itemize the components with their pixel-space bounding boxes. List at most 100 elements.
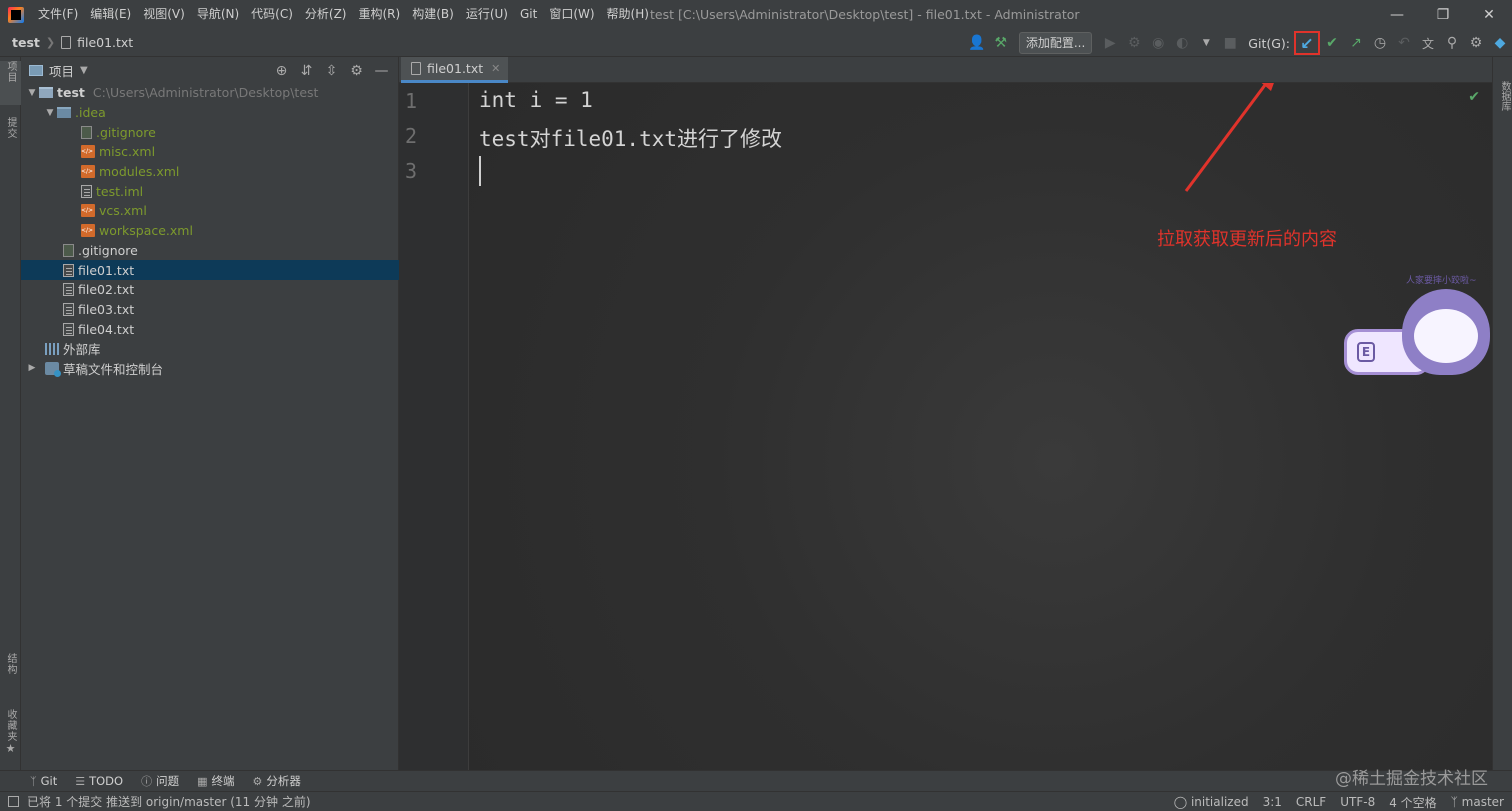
translate-icon[interactable]: 文 — [1416, 31, 1440, 55]
git-pull-icon[interactable]: ↙ — [1294, 31, 1320, 55]
toolbox-icon[interactable]: ◆ — [1488, 31, 1512, 55]
menu-analyze[interactable]: 分析(Z) — [299, 0, 353, 29]
code-editor[interactable]: 1 2 3 int i = 1 test对file01.txt进行了修改 ✔ 拉… — [399, 83, 1492, 770]
editor-tab-file01[interactable]: file01.txt ✕ — [401, 57, 509, 83]
tree-item-label: 外部库 — [63, 342, 101, 358]
database-tool-tab[interactable]: 数据库 — [1497, 81, 1512, 111]
structure-tool-tab[interactable]: 结构 — [0, 653, 21, 697]
expand-all-icon[interactable]: ⇵ — [294, 63, 319, 79]
breadcrumb: test ❯ file01.txt — [0, 35, 133, 50]
tree-item[interactable]: misc.xml — [21, 142, 399, 162]
tree-item[interactable]: .gitignore — [21, 122, 399, 142]
branch-status[interactable]: ◯ initialized — [1174, 795, 1249, 809]
menu-window[interactable]: 窗口(W) — [543, 0, 600, 29]
menu-git[interactable]: Git — [514, 0, 543, 29]
menu-view[interactable]: 视图(V) — [137, 0, 191, 29]
tree-item[interactable]: test.iml — [21, 181, 399, 201]
tree-root[interactable]: ▼ test C:\Users\Administrator\Desktop\te… — [21, 83, 399, 103]
status-bar: 已将 1 个提交 推送到 origin/master (11 分钟 之前) ◯ … — [0, 791, 1512, 811]
gitignore-file-icon — [81, 125, 92, 139]
tree-item[interactable]: modules.xml — [21, 162, 399, 182]
minimize-icon[interactable]: — — [1374, 0, 1420, 29]
favorites-tool-tab[interactable]: 收藏夹 ★ — [0, 709, 21, 763]
menu-navigate[interactable]: 导航(N) — [191, 0, 245, 29]
line-separator[interactable]: CRLF — [1296, 795, 1326, 809]
gear-icon[interactable]: ⚙ — [344, 63, 369, 79]
chevron-down-icon[interactable]: ▼ — [80, 65, 88, 76]
close-tab-icon[interactable]: ✕ — [491, 62, 500, 75]
tool-window-label: 分析器 — [266, 774, 301, 788]
tool-windows-toggle-icon[interactable] — [8, 796, 19, 807]
user-icon[interactable]: 👤 — [965, 31, 989, 55]
text-file-icon — [63, 322, 74, 336]
breadcrumb-root[interactable]: test — [12, 35, 40, 50]
stop-icon[interactable]: ■ — [1218, 31, 1242, 55]
project-panel-title[interactable]: 项目 — [49, 61, 74, 80]
menu-file[interactable]: 文件(F) — [32, 0, 84, 29]
menu-refactor[interactable]: 重构(R) — [353, 0, 407, 29]
tree-item-label: .idea — [75, 105, 106, 121]
git-push-icon[interactable]: ↗ — [1344, 31, 1368, 55]
project-panel: 项目 ▼ ⊕ ⇵ ⇳ ⚙ — ▼ test C:\Users\Administr… — [21, 57, 399, 770]
coverage-icon[interactable]: ◉ — [1146, 31, 1170, 55]
tree-idea-folder[interactable]: ▼ .idea — [21, 103, 399, 123]
chevron-down-icon[interactable]: ▼ — [43, 108, 57, 118]
menu-build[interactable]: 构建(B) — [406, 0, 460, 29]
menu-help[interactable]: 帮助(H) — [601, 0, 655, 29]
history-icon[interactable]: ◷ — [1368, 31, 1392, 55]
tree-item-selected[interactable]: file01.txt — [21, 260, 399, 280]
gear-icon[interactable]: ⚙ — [1464, 31, 1488, 55]
tree-item-label: .gitignore — [78, 242, 138, 258]
terminal-tool-window[interactable]: ▦ 终端 — [197, 773, 234, 789]
terminal-icon: ▦ — [197, 774, 208, 788]
debug-icon[interactable]: ⚙ — [1122, 31, 1146, 55]
menu-code[interactable]: 代码(C) — [245, 0, 299, 29]
close-icon[interactable]: ✕ — [1466, 0, 1512, 29]
tree-external-libraries[interactable]: 外部库 — [21, 339, 399, 359]
xml-file-icon — [81, 224, 95, 238]
locate-icon[interactable]: ⊕ — [269, 63, 294, 79]
build-hammer-icon[interactable]: ⚒ — [989, 31, 1013, 55]
tree-item[interactable]: file04.txt — [21, 319, 399, 339]
project-folder-icon — [29, 65, 43, 76]
collapse-all-icon[interactable]: ⇳ — [319, 63, 344, 79]
menu-run[interactable]: 运行(U) — [460, 0, 514, 29]
kuromi-sticker: 人家要摔小跤啦~ E — [1344, 273, 1494, 383]
git-branch[interactable]: ᛉ master — [1451, 795, 1504, 809]
add-configuration-button[interactable]: 添加配置... — [1018, 32, 1093, 54]
project-tool-tab[interactable]: 项目 — [0, 61, 21, 105]
commit-tool-tab[interactable]: 提交 — [0, 117, 21, 157]
commit-tab-label: 提交 — [5, 117, 16, 139]
tree-item[interactable]: workspace.xml — [21, 221, 399, 241]
profile-icon[interactable]: ◐ — [1170, 31, 1194, 55]
profiler-tool-window[interactable]: ⚙ 分析器 — [253, 773, 301, 789]
run-icon[interactable]: ▶ — [1098, 31, 1122, 55]
search-icon[interactable]: ⚲ — [1440, 31, 1464, 55]
tree-item[interactable]: vcs.xml — [21, 201, 399, 221]
tree-item[interactable]: file02.txt — [21, 280, 399, 300]
restore-icon[interactable]: ❐ — [1420, 0, 1466, 29]
indent-setting[interactable]: 4 个空格 — [1389, 794, 1436, 811]
project-panel-actions: ⊕ ⇵ ⇳ ⚙ — — [269, 57, 394, 84]
breadcrumb-file[interactable]: file01.txt — [77, 35, 133, 50]
chevron-right-icon[interactable]: ▶ — [25, 363, 39, 373]
menu-edit[interactable]: 编辑(E) — [84, 0, 137, 29]
tree-item-label: file03.txt — [78, 301, 135, 317]
git-tool-window[interactable]: ᛉ Git — [30, 774, 57, 788]
tree-item[interactable]: file03.txt — [21, 300, 399, 320]
tree-item[interactable]: .gitignore — [21, 241, 399, 261]
tree-item-label: 草稿文件和控制台 — [63, 361, 164, 377]
chevron-down-icon[interactable]: ▼ — [1194, 31, 1218, 55]
file-encoding[interactable]: UTF-8 — [1340, 795, 1375, 809]
rollback-icon[interactable]: ↶ — [1392, 31, 1416, 55]
window-title: test [C:\Users\Administrator\Desktop\tes… — [650, 7, 1080, 22]
tree-scratches[interactable]: ▶ 草稿文件和控制台 — [21, 359, 399, 379]
chevron-down-icon[interactable]: ▼ — [25, 88, 39, 98]
todo-tool-window[interactable]: ☰ TODO — [75, 774, 123, 788]
hide-icon[interactable]: — — [369, 63, 394, 79]
caret-position[interactable]: 3:1 — [1263, 795, 1282, 809]
problems-tool-window[interactable]: ⓘ 问题 — [141, 773, 179, 789]
git-commit-icon[interactable]: ✔ — [1320, 31, 1344, 55]
tree-item-label: workspace.xml — [99, 223, 193, 239]
status-message[interactable]: 已将 1 个提交 推送到 origin/master (11 分钟 之前) — [27, 793, 311, 810]
